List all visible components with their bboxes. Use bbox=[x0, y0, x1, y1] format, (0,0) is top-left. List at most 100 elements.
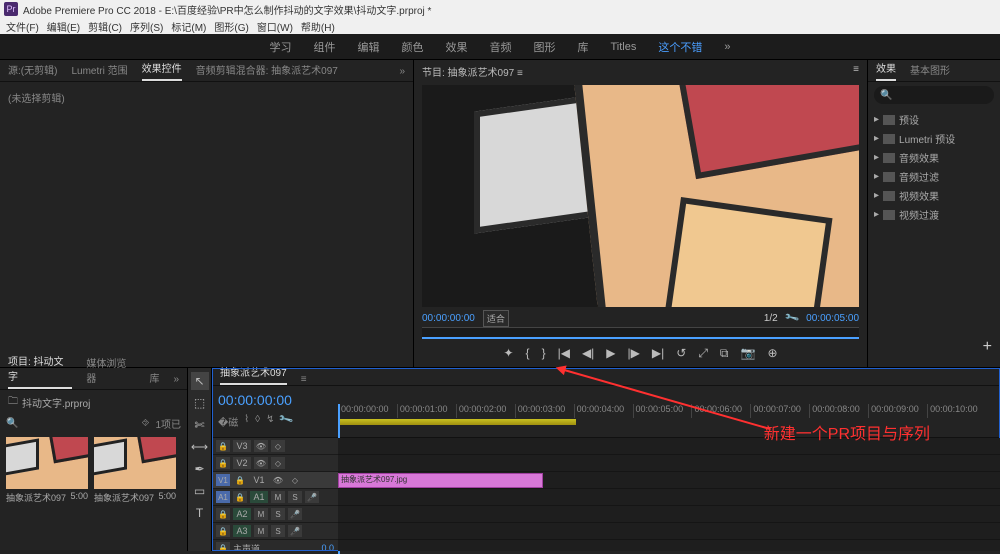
project-item[interactable]: 抽象派艺术097 5:00 bbox=[94, 437, 176, 545]
tab-sequence[interactable]: 抽象派艺术097 bbox=[220, 364, 287, 385]
track-header-a1[interactable]: A1🔒A1MS🎤 bbox=[212, 489, 338, 506]
in-point-icon[interactable]: { bbox=[526, 346, 530, 360]
ws-overflow-icon[interactable]: » bbox=[724, 41, 730, 53]
menu-file[interactable]: 文件(F) bbox=[4, 19, 41, 34]
add-button-icon[interactable]: + bbox=[983, 338, 992, 356]
track-header-master[interactable]: 🔒主声道0.0 bbox=[212, 540, 338, 551]
settings-icon[interactable]: ↯ bbox=[266, 414, 274, 429]
tab-source[interactable]: 源:(无剪辑) bbox=[8, 62, 57, 81]
eff-audio-trans[interactable]: ▸音频过滤 bbox=[874, 167, 994, 186]
tab-library[interactable]: 库 bbox=[149, 370, 159, 389]
track-header-a2[interactable]: 🔒A2MS🎤 bbox=[212, 506, 338, 523]
menu-window[interactable]: 窗口(W) bbox=[255, 19, 295, 34]
project-item[interactable]: 抽象派艺术097 5:00 bbox=[6, 437, 88, 545]
tools-palette: ↖ ⬚ ✄ ⟷ ✒ ▭ T bbox=[188, 368, 212, 551]
selection-tool-icon[interactable]: ↖ bbox=[191, 372, 209, 390]
resolution[interactable]: 1/2 bbox=[764, 313, 778, 324]
ws-audio[interactable]: 音频 bbox=[490, 39, 512, 55]
menu-marker[interactable]: 标记(M) bbox=[169, 19, 208, 34]
program-title: 节目: 抽象派艺术097 bbox=[422, 68, 514, 79]
track-header-v1[interactable]: V1🔒V1👁◇ bbox=[212, 472, 338, 489]
zoom-fit[interactable]: 适合 bbox=[483, 310, 509, 327]
menu-help[interactable]: 帮助(H) bbox=[299, 19, 337, 34]
timeline-timecode[interactable]: 00:00:00:00 bbox=[218, 390, 332, 414]
tab-effect-controls[interactable]: 效果控件 bbox=[142, 60, 182, 81]
tab-essential-graphics[interactable]: 基本图形 bbox=[910, 62, 950, 81]
marker-icon[interactable]: ✦ bbox=[503, 346, 513, 360]
text-tool-icon[interactable]: T bbox=[191, 504, 209, 522]
rect-tool-icon[interactable]: ▭ bbox=[191, 482, 209, 500]
search-icon[interactable]: 🔍 bbox=[6, 418, 18, 429]
track-header-v3[interactable]: 🔒V3👁◇ bbox=[212, 438, 338, 455]
ws-library[interactable]: 库 bbox=[578, 39, 589, 55]
snap-icon[interactable]: �磁 bbox=[218, 414, 238, 429]
extract-icon[interactable]: ⤢ bbox=[698, 346, 708, 361]
ws-effects[interactable]: 效果 bbox=[446, 39, 468, 55]
tab-project[interactable]: 项目: 抖动文字 bbox=[8, 353, 72, 389]
item-name: 抽象派艺术097 bbox=[94, 491, 154, 504]
item-name: 抽象派艺术097 bbox=[6, 491, 66, 504]
program-tc-left[interactable]: 00:00:00:00 bbox=[422, 313, 475, 324]
wrench-icon[interactable]: 🔧 bbox=[278, 412, 296, 431]
menu-clip[interactable]: 剪辑(C) bbox=[86, 19, 124, 34]
track-header-v2[interactable]: 🔒V2👁◇ bbox=[212, 455, 338, 472]
step-back-icon[interactable]: ◀| bbox=[582, 346, 594, 360]
step-fwd-icon[interactable]: |▶ bbox=[628, 346, 640, 360]
timeline-ruler[interactable]: 00:00:00:0000:00:01:0000:00:02:00 00:00:… bbox=[338, 386, 1000, 437]
panel-menu-icon[interactable]: » bbox=[399, 66, 405, 81]
ripple-tool-icon[interactable]: ✄ bbox=[191, 416, 209, 434]
filter-icon[interactable]: ⯑ bbox=[142, 418, 150, 429]
eff-lumetri[interactable]: ▸Lumetri 预设 bbox=[874, 129, 994, 148]
eff-presets[interactable]: ▸预设 bbox=[874, 110, 994, 129]
menu-graphic[interactable]: 图形(G) bbox=[212, 19, 250, 34]
tab-audio-mixer[interactable]: 音频剪辑混合器: 抽象派艺术097 bbox=[196, 62, 338, 81]
ws-graphics[interactable]: 图形 bbox=[534, 39, 556, 55]
lift-icon[interactable]: ↺ bbox=[676, 346, 686, 360]
ws-custom[interactable]: 这个不错 bbox=[658, 39, 702, 55]
menu-bar: 文件(F) 编辑(E) 剪辑(C) 序列(S) 标记(M) 图形(G) 窗口(W… bbox=[0, 18, 1000, 34]
menu-edit[interactable]: 编辑(E) bbox=[45, 19, 82, 34]
ws-learn[interactable]: 学习 bbox=[270, 39, 292, 55]
project-filename: 抖动文字.prproj bbox=[22, 395, 90, 410]
play-icon[interactable]: ▶ bbox=[606, 346, 615, 360]
marker-icon[interactable]: ◊ bbox=[255, 414, 260, 429]
go-in-icon[interactable]: |◀ bbox=[558, 346, 570, 360]
timeline-clip[interactable]: 抽象派艺术097.jpg bbox=[338, 473, 543, 488]
track-header-a3[interactable]: 🔒A3MS🎤 bbox=[212, 523, 338, 540]
link-icon[interactable]: ⌇ bbox=[244, 414, 249, 429]
ws-edit[interactable]: 编辑 bbox=[358, 39, 380, 55]
eff-video-fx[interactable]: ▸视频效果 bbox=[874, 186, 994, 205]
item-duration: 5:00 bbox=[70, 491, 88, 504]
export-frame-icon[interactable]: ⧉ bbox=[720, 346, 729, 361]
rate-tool-icon[interactable]: ⟷ bbox=[191, 438, 209, 456]
transport-controls: ✦ { } |◀ ◀| ▶ |▶ ▶| ↺ ⤢ ⧉ 📷 ⊕ bbox=[414, 339, 867, 367]
window-title: Adobe Premiere Pro CC 2018 - E:\百度经验\PR中… bbox=[23, 2, 431, 17]
out-point-icon[interactable]: } bbox=[542, 346, 546, 360]
camera-icon[interactable]: 📷 bbox=[741, 346, 756, 360]
item-duration: 5:00 bbox=[158, 491, 176, 504]
button-editor-icon[interactable]: ⊕ bbox=[767, 346, 777, 360]
menu-sequence[interactable]: 序列(S) bbox=[128, 19, 165, 34]
settings-icon[interactable]: 🔧 bbox=[784, 310, 800, 326]
app-icon: Pr bbox=[4, 2, 18, 16]
tab-lumetri-scope[interactable]: Lumetri 范围 bbox=[71, 62, 127, 81]
eff-audio-fx[interactable]: ▸音频效果 bbox=[874, 148, 994, 167]
program-scrub-bar[interactable] bbox=[422, 327, 859, 339]
effect-controls-body: (未选择剪辑) bbox=[0, 82, 413, 367]
pen-tool-icon[interactable]: ✒ bbox=[191, 460, 209, 478]
ws-assembly[interactable]: 组件 bbox=[314, 39, 336, 55]
track-select-tool-icon[interactable]: ⬚ bbox=[191, 394, 209, 412]
panel-menu-icon[interactable]: ≡ bbox=[853, 64, 859, 75]
eff-video-trans[interactable]: ▸视频过渡 bbox=[874, 205, 994, 224]
tab-effects[interactable]: 效果 bbox=[876, 60, 896, 81]
tab-media-browser[interactable]: 媒体浏览器 bbox=[86, 355, 135, 389]
program-monitor[interactable] bbox=[422, 85, 859, 307]
ws-titles[interactable]: Titles bbox=[611, 41, 637, 53]
bin-icon: 🗀 bbox=[8, 394, 18, 411]
go-out-icon[interactable]: ▶| bbox=[652, 346, 664, 360]
no-clip-label: (未选择剪辑) bbox=[8, 94, 65, 105]
ws-color[interactable]: 颜色 bbox=[402, 39, 424, 55]
program-tc-right: 00:00:05:00 bbox=[806, 313, 859, 324]
effects-search[interactable]: 🔍 bbox=[874, 86, 994, 104]
panel-overflow-icon[interactable]: » bbox=[173, 374, 179, 389]
